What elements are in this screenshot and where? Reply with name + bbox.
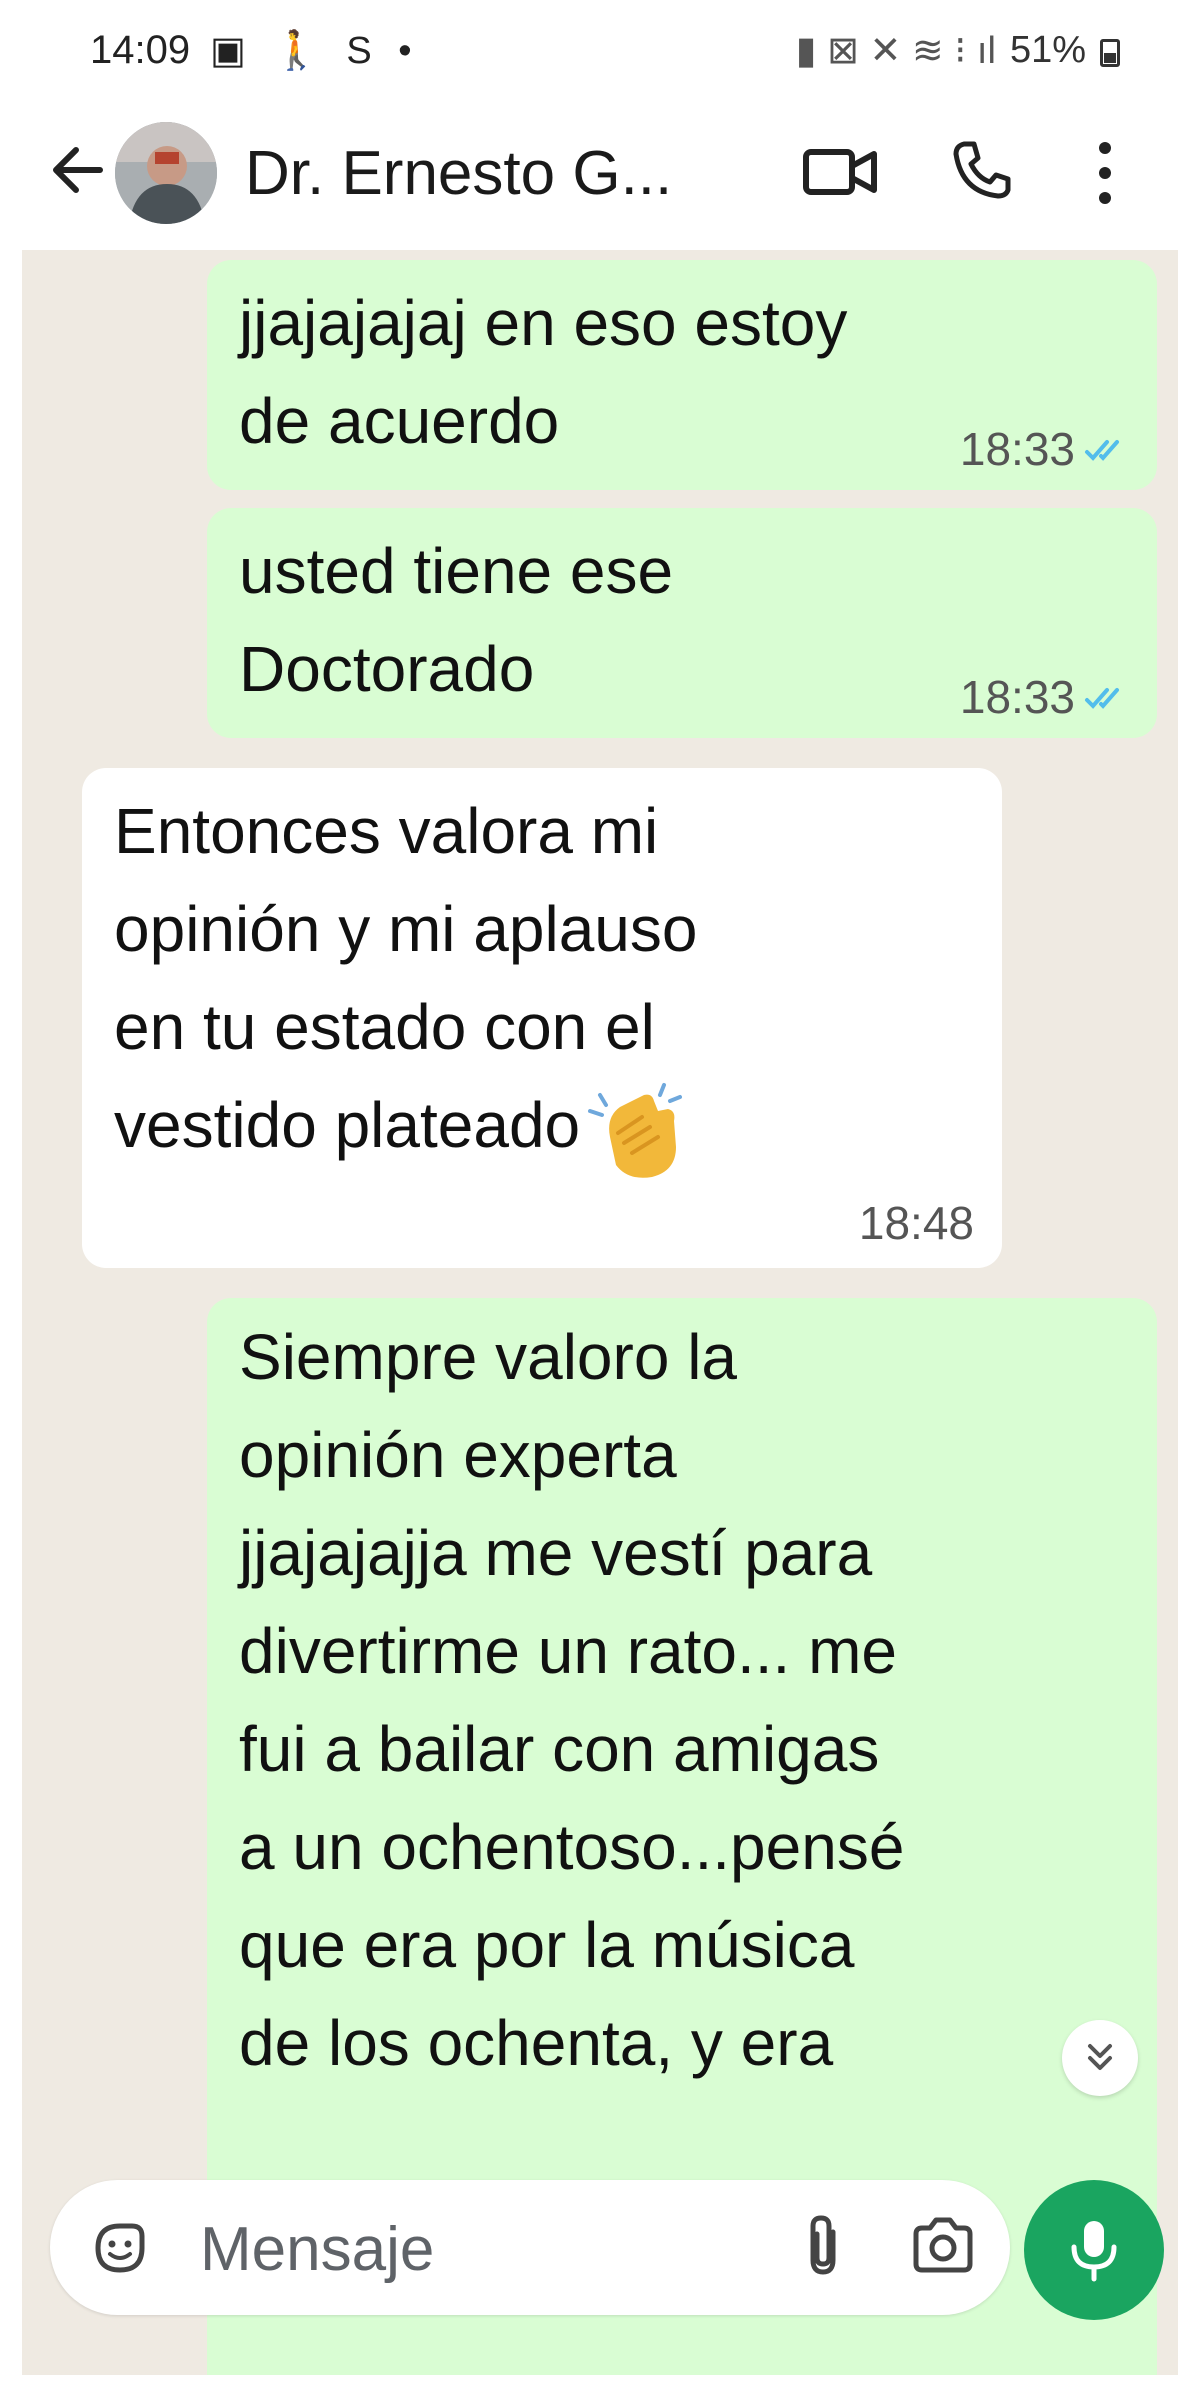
read-ticks-icon [1085,688,1119,709]
phone-icon[interactable] [950,138,1014,202]
avatar[interactable] [115,122,217,224]
mic-button[interactable] [1024,2180,1164,2320]
message-bubble-incoming[interactable]: Entonces valora mi opinión y mi aplauso … [82,768,1002,1268]
avatar-photo [115,122,217,224]
status-bar: 14:09 ▣ 🚶 S • ▮ ⊠ ✕ ≋ ⁝ ıl 51% [0,0,1200,100]
battery-icon [1100,38,1120,67]
paperclip-icon[interactable] [795,2210,851,2282]
composer-bar: Mensaje [22,2160,1178,2375]
double-chevron-down-icon [1088,2044,1112,2070]
signal-icons: ▮ ⊠ ✕ ≋ ⁝ ıl [795,30,996,72]
message-text: Siempre valoro la opinión experta jjajaj… [239,1321,905,2079]
battery-percent: 51% [1009,29,1086,71]
read-ticks-icon [1085,440,1119,461]
contact-name[interactable]: Dr. Ernesto G... [245,138,672,209]
message-meta: 18:33 [960,422,1129,476]
clapping-hands-icon [588,1083,683,1178]
message-content: Entonces valora mi opinión y mi aplauso … [114,782,962,1187]
sticker-icon[interactable] [90,2218,150,2278]
message-bubble-outgoing[interactable]: jjajajajaj en eso estoy de acuerdo 18:33 [207,260,1157,490]
more-options-icon[interactable] [1090,138,1120,208]
message-bubble-outgoing[interactable]: usted tiene ese Doctorado 18:33 [207,508,1157,738]
message-time: 18:33 [959,423,1075,475]
status-time: 14:09 [90,28,191,72]
video-call-icon[interactable] [800,142,880,202]
scroll-down-button[interactable] [1062,2020,1138,2096]
status-notification-icons: ▣ 🚶 S • [210,30,420,72]
camera-icon[interactable] [910,2216,976,2276]
message-time: 18:33 [959,671,1075,723]
message-meta: 18:48 [859,1196,974,1250]
message-input-placeholder: Mensaje [200,2215,435,2284]
message-input[interactable]: Mensaje [50,2180,1010,2315]
microphone-icon [1071,2221,1117,2282]
message-time: 18:48 [858,1197,974,1249]
chat-header: Dr. Ernesto G... [0,100,1200,250]
back-arrow-icon[interactable] [48,130,108,210]
message-meta: 18:33 [960,670,1129,724]
status-right-icons: ▮ ⊠ ✕ ≋ ⁝ ıl 51% [796,28,1120,73]
chat-area[interactable]: jjajajajaj en eso estoy de acuerdo 18:33… [22,250,1178,2375]
